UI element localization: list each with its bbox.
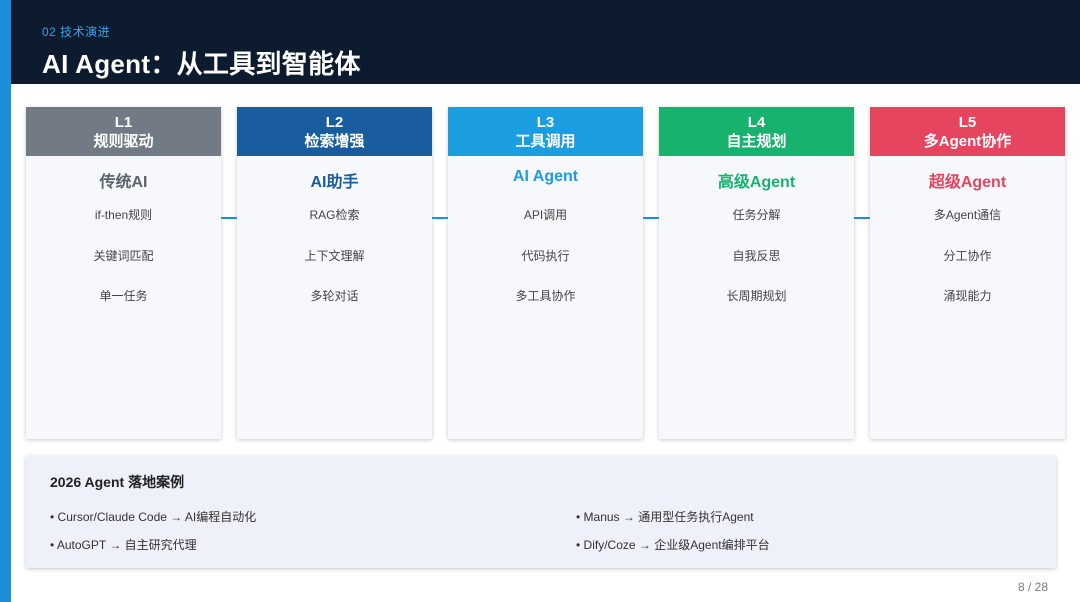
connector-line xyxy=(432,217,448,219)
level-category: 规则驱动 xyxy=(93,132,154,150)
feature-list: 任务分解 自我反思 长周期规划 xyxy=(659,206,854,328)
feature-item: 任务分解 xyxy=(732,208,781,222)
level-code: L5 xyxy=(958,113,977,131)
level-card-l1: L1 规则驱动 传统AI if-then规则 关键词匹配 单一任务 xyxy=(26,107,221,439)
level-cards: L1 规则驱动 传统AI if-then规则 关键词匹配 单一任务 L2 检索增… xyxy=(0,0,1080,450)
feature-item: 代码执行 xyxy=(521,248,570,263)
case-item: • Cursor/Claude Code → AI编程自动化 xyxy=(50,510,257,524)
level-card-header: L3 工具调用 xyxy=(448,107,643,156)
level-card-l4: L4 自主规划 高级Agent 任务分解 自我反思 长周期规划 xyxy=(659,107,854,439)
level-card-header: L4 自主规划 xyxy=(659,107,854,156)
connector-line xyxy=(854,217,870,219)
feature-item: API调用 xyxy=(523,208,568,222)
case-item: • Manus → 通用型任务执行Agent xyxy=(576,510,754,524)
level-code: L2 xyxy=(325,113,344,131)
page-number: 8 / 28 xyxy=(1017,580,1048,594)
feature-list: 多Agent通信 分工协作 涌现能力 xyxy=(870,206,1065,328)
level-code: L1 xyxy=(114,113,133,131)
feature-item: 分工协作 xyxy=(943,248,992,263)
level-name: AI Agent xyxy=(512,168,579,185)
level-code: L4 xyxy=(747,113,766,131)
case-item: • AutoGPT → 自主研究代理 xyxy=(50,538,197,552)
level-card-header: L2 检索增强 xyxy=(237,107,432,156)
feature-item: 涌现能力 xyxy=(943,289,992,303)
level-card-l2: L2 检索增强 AI助手 RAG检索 上下文理解 多轮对话 xyxy=(237,107,432,439)
level-card-l3: L3 工具调用 AI Agent API调用 代码执行 多工具协作 xyxy=(448,107,643,439)
feature-item: 多工具协作 xyxy=(515,289,576,303)
feature-list: RAG检索 上下文理解 多轮对话 xyxy=(237,206,432,328)
level-name: 超级Agent xyxy=(928,174,1007,191)
case-panel-title: 2026 Agent 落地案例 xyxy=(50,474,185,490)
level-card-header: L5 多Agent协作 xyxy=(870,107,1065,156)
feature-item: 自我反思 xyxy=(732,248,781,263)
feature-list: API调用 代码执行 多工具协作 xyxy=(448,206,643,328)
connector-line xyxy=(221,217,237,219)
level-code: L3 xyxy=(536,113,555,131)
level-category: 工具调用 xyxy=(515,132,576,150)
level-category: 自主规划 xyxy=(726,132,787,150)
level-card-l5: L5 多Agent协作 超级Agent 多Agent通信 分工协作 涌现能力 xyxy=(870,107,1065,439)
feature-item: 关键词匹配 xyxy=(93,248,154,263)
feature-item: 多轮对话 xyxy=(310,289,359,303)
level-category: 多Agent协作 xyxy=(923,132,1012,150)
level-name: 高级Agent xyxy=(717,174,796,191)
connector-line xyxy=(643,217,659,219)
level-card-header: L1 规则驱动 xyxy=(26,107,221,156)
feature-item: if-then规则 xyxy=(94,208,153,222)
slide: 02 技术演进 AI Agent：从工具到智能体 L1 规则驱动 传统AI if… xyxy=(0,0,1080,602)
feature-item: 上下文理解 xyxy=(304,248,365,263)
feature-item: RAG检索 xyxy=(309,208,360,222)
feature-item: 多Agent通信 xyxy=(933,208,1002,222)
level-name: AI助手 xyxy=(310,174,359,191)
feature-item: 长周期规划 xyxy=(726,289,787,303)
level-category: 检索增强 xyxy=(304,132,365,150)
level-name: 传统AI xyxy=(99,174,148,191)
feature-item: 单一任务 xyxy=(99,289,148,303)
case-panel: 2026 Agent 落地案例 • Cursor/Claude Code → A… xyxy=(26,456,1056,568)
case-item: • Dify/Coze → 企业级Agent编排平台 xyxy=(576,538,770,552)
feature-list: if-then规则 关键词匹配 单一任务 xyxy=(26,206,221,328)
